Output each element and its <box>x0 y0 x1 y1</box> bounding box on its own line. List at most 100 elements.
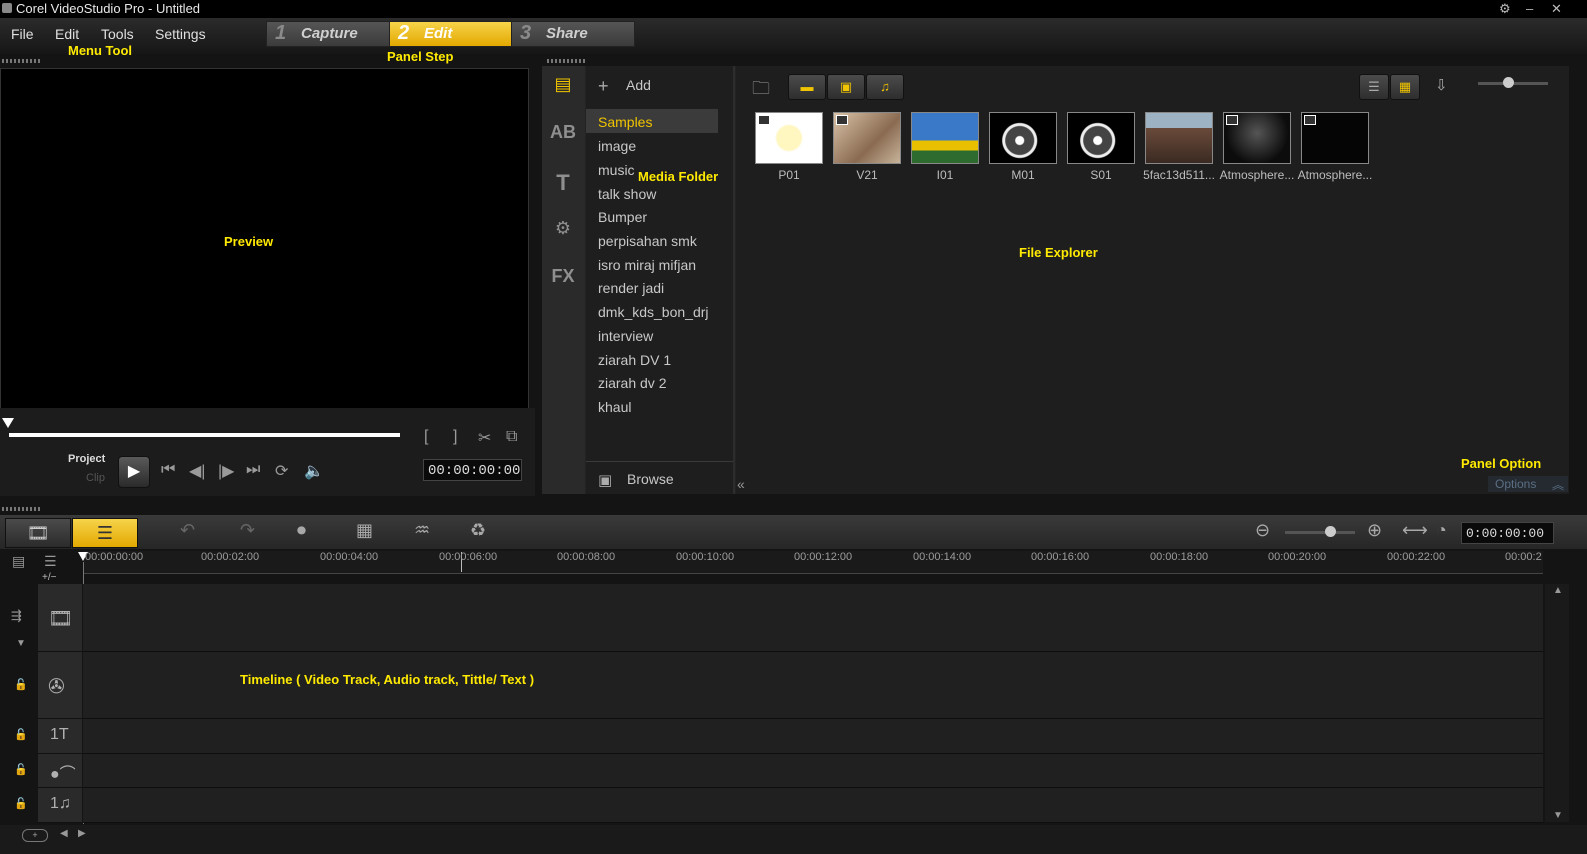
scroll-left-icon[interactable]: ◀ <box>60 828 68 839</box>
folder-item[interactable]: ziarah DV 1 <box>598 352 671 368</box>
storyboard-view-button[interactable]: 🎞 <box>5 518 71 548</box>
transition-icon[interactable]: AB <box>548 122 578 148</box>
thumbnail-view-button[interactable]: ▦ <box>1390 74 1420 100</box>
thumbnail-i01[interactable] <box>911 112 979 164</box>
menu-edit[interactable]: Edit <box>55 26 79 42</box>
enlarge-preview-icon[interactable]: ⧉ <box>506 428 517 446</box>
previous-frame-icon[interactable]: ◀| <box>189 461 205 481</box>
title-track[interactable] <box>83 719 1543 754</box>
browse-button[interactable]: Browse <box>627 471 674 487</box>
ripple-editing-icon[interactable]: ⇶ <box>11 608 22 624</box>
media-library-icon[interactable]: ▤ <box>548 74 578 100</box>
auto-music-icon[interactable]: ♻ <box>470 520 486 541</box>
thumbnail-v21[interactable] <box>833 112 901 164</box>
zoom-in-icon[interactable]: ⊕ <box>1367 520 1382 541</box>
thumbnail-atmosphere-2[interactable] <box>1301 112 1369 164</box>
chapter-icon[interactable]: ☰ <box>44 553 57 570</box>
redo-icon[interactable]: ↷ <box>240 520 255 541</box>
folder-item[interactable]: render jadi <box>598 280 664 296</box>
lock-icon[interactable]: 🔓 <box>14 763 28 776</box>
tab-capture[interactable]: 1 Capture <box>266 21 390 47</box>
voice-track[interactable] <box>83 754 1543 788</box>
play-button[interactable]: ▶ <box>118 456 150 488</box>
scroll-right-icon[interactable]: ▶ <box>78 828 86 839</box>
folder-item[interactable]: talk show <box>598 186 656 202</box>
timeline-timecode[interactable]: 0:00:00:00 <box>1461 522 1554 544</box>
collapse-library-icon[interactable]: « <box>737 476 745 492</box>
tab-share[interactable]: 3 Share <box>511 21 635 47</box>
lock-icon[interactable]: 🔓 <box>14 797 28 810</box>
track-manager-icon[interactable]: ▤ <box>12 553 25 570</box>
add-folder-icon[interactable]: + <box>598 76 609 97</box>
graphics-icon[interactable]: ⚙ <box>548 218 578 244</box>
folder-open-icon[interactable]: 🗀 <box>752 76 770 106</box>
add-track-button[interactable]: + <box>22 829 48 842</box>
scroll-up-icon[interactable]: ▲ <box>1553 585 1563 596</box>
menu-settings[interactable]: Settings <box>155 26 206 42</box>
scrubber-bar[interactable] <box>9 433 400 437</box>
preview-timecode[interactable]: 00:00:00:00 <box>423 459 522 481</box>
undo-icon[interactable]: ↶ <box>180 520 195 541</box>
chevron-down-icon[interactable]: ▼ <box>16 638 26 649</box>
project-mode-label[interactable]: Project <box>68 453 105 465</box>
clip-mode-label[interactable]: Clip <box>86 472 105 484</box>
sound-mixer-icon[interactable]: ♒ <box>414 520 430 541</box>
thumbnail-s01[interactable] <box>1067 112 1135 164</box>
mark-in-icon[interactable]: [ <box>424 428 428 446</box>
sort-icon[interactable]: ⇩ <box>1435 76 1448 94</box>
repeat-icon[interactable]: ⟳ <box>275 461 288 481</box>
cut-clip-icon[interactable]: ✂ <box>478 428 491 448</box>
lock-icon[interactable]: 🔓 <box>14 678 28 691</box>
folder-item[interactable]: Samples <box>598 114 652 130</box>
title-text-icon[interactable]: T <box>548 170 578 196</box>
folder-item[interactable]: image <box>598 138 636 154</box>
scroll-down-icon[interactable]: ▼ <box>1553 810 1563 821</box>
slider-handle[interactable] <box>1503 77 1514 88</box>
browse-icon[interactable]: ▣ <box>598 471 612 489</box>
panel-grip[interactable] <box>547 59 587 63</box>
menu-file[interactable]: File <box>11 26 34 42</box>
minimize-button[interactable]: – <box>1526 1 1533 16</box>
video-track[interactable] <box>83 584 1543 652</box>
mark-out-icon[interactable]: ] <box>453 428 457 446</box>
menu-tools[interactable]: Tools <box>101 26 134 42</box>
thumbnail-m01[interactable] <box>989 112 1057 164</box>
project-duration-icon[interactable]: ◔ <box>1436 520 1447 541</box>
go-to-start-icon[interactable]: ⏮ <box>161 461 175 479</box>
list-view-button[interactable]: ☰ <box>1359 74 1389 100</box>
settings-icon[interactable]: ⚙ <box>1499 1 1511 17</box>
timeline-view-button[interactable]: ☰ <box>72 518 138 548</box>
tab-edit[interactable]: 2 Edit <box>389 21 513 47</box>
zoom-out-icon[interactable]: ⊖ <box>1255 520 1270 541</box>
folder-item[interactable]: khaul <box>598 399 631 415</box>
fx-filter-icon[interactable]: FX <box>548 266 578 292</box>
timeline-zoom-slider[interactable] <box>1285 531 1355 534</box>
show-audio-button[interactable]: ♫ <box>866 74 904 100</box>
music-track[interactable] <box>83 788 1543 823</box>
slider-handle[interactable] <box>1325 526 1336 537</box>
show-photos-button[interactable]: ▣ <box>827 74 865 100</box>
folder-item[interactable]: dmk_kds_bon_drj <box>598 304 709 320</box>
record-capture-icon[interactable]: ⏺ <box>297 520 306 541</box>
folder-item[interactable]: music <box>598 162 635 178</box>
folder-item[interactable]: perpisahan smk <box>598 233 697 249</box>
options-button[interactable]: Options ︽ <box>1488 476 1568 492</box>
zoom-toggle[interactable]: +/− <box>42 572 56 583</box>
folder-item[interactable]: interview <box>598 328 653 344</box>
folder-item[interactable]: isro miraj mifjan <box>598 257 696 273</box>
lock-icon[interactable]: 🔓 <box>14 728 28 741</box>
movie-wizard-icon[interactable]: ▦ <box>356 520 373 541</box>
thumbnail-atmosphere-1[interactable] <box>1223 112 1291 164</box>
close-button[interactable]: ✕ <box>1551 1 1562 17</box>
panel-grip[interactable] <box>2 507 42 511</box>
panel-grip[interactable] <box>2 59 42 63</box>
folder-item[interactable]: ziarah dv 2 <box>598 375 666 391</box>
thumbnail-p01[interactable] <box>755 112 823 164</box>
show-videos-button[interactable]: ▬ <box>788 74 826 100</box>
timeline-vertical-scrollbar[interactable] <box>1545 584 1569 822</box>
volume-icon[interactable]: 🔈 <box>304 461 324 481</box>
folder-item[interactable]: Bumper <box>598 209 647 225</box>
next-frame-icon[interactable]: |▶ <box>218 461 234 481</box>
scrubber-handle[interactable] <box>2 418 14 428</box>
thumbnail-5fac13d511[interactable] <box>1145 112 1213 164</box>
